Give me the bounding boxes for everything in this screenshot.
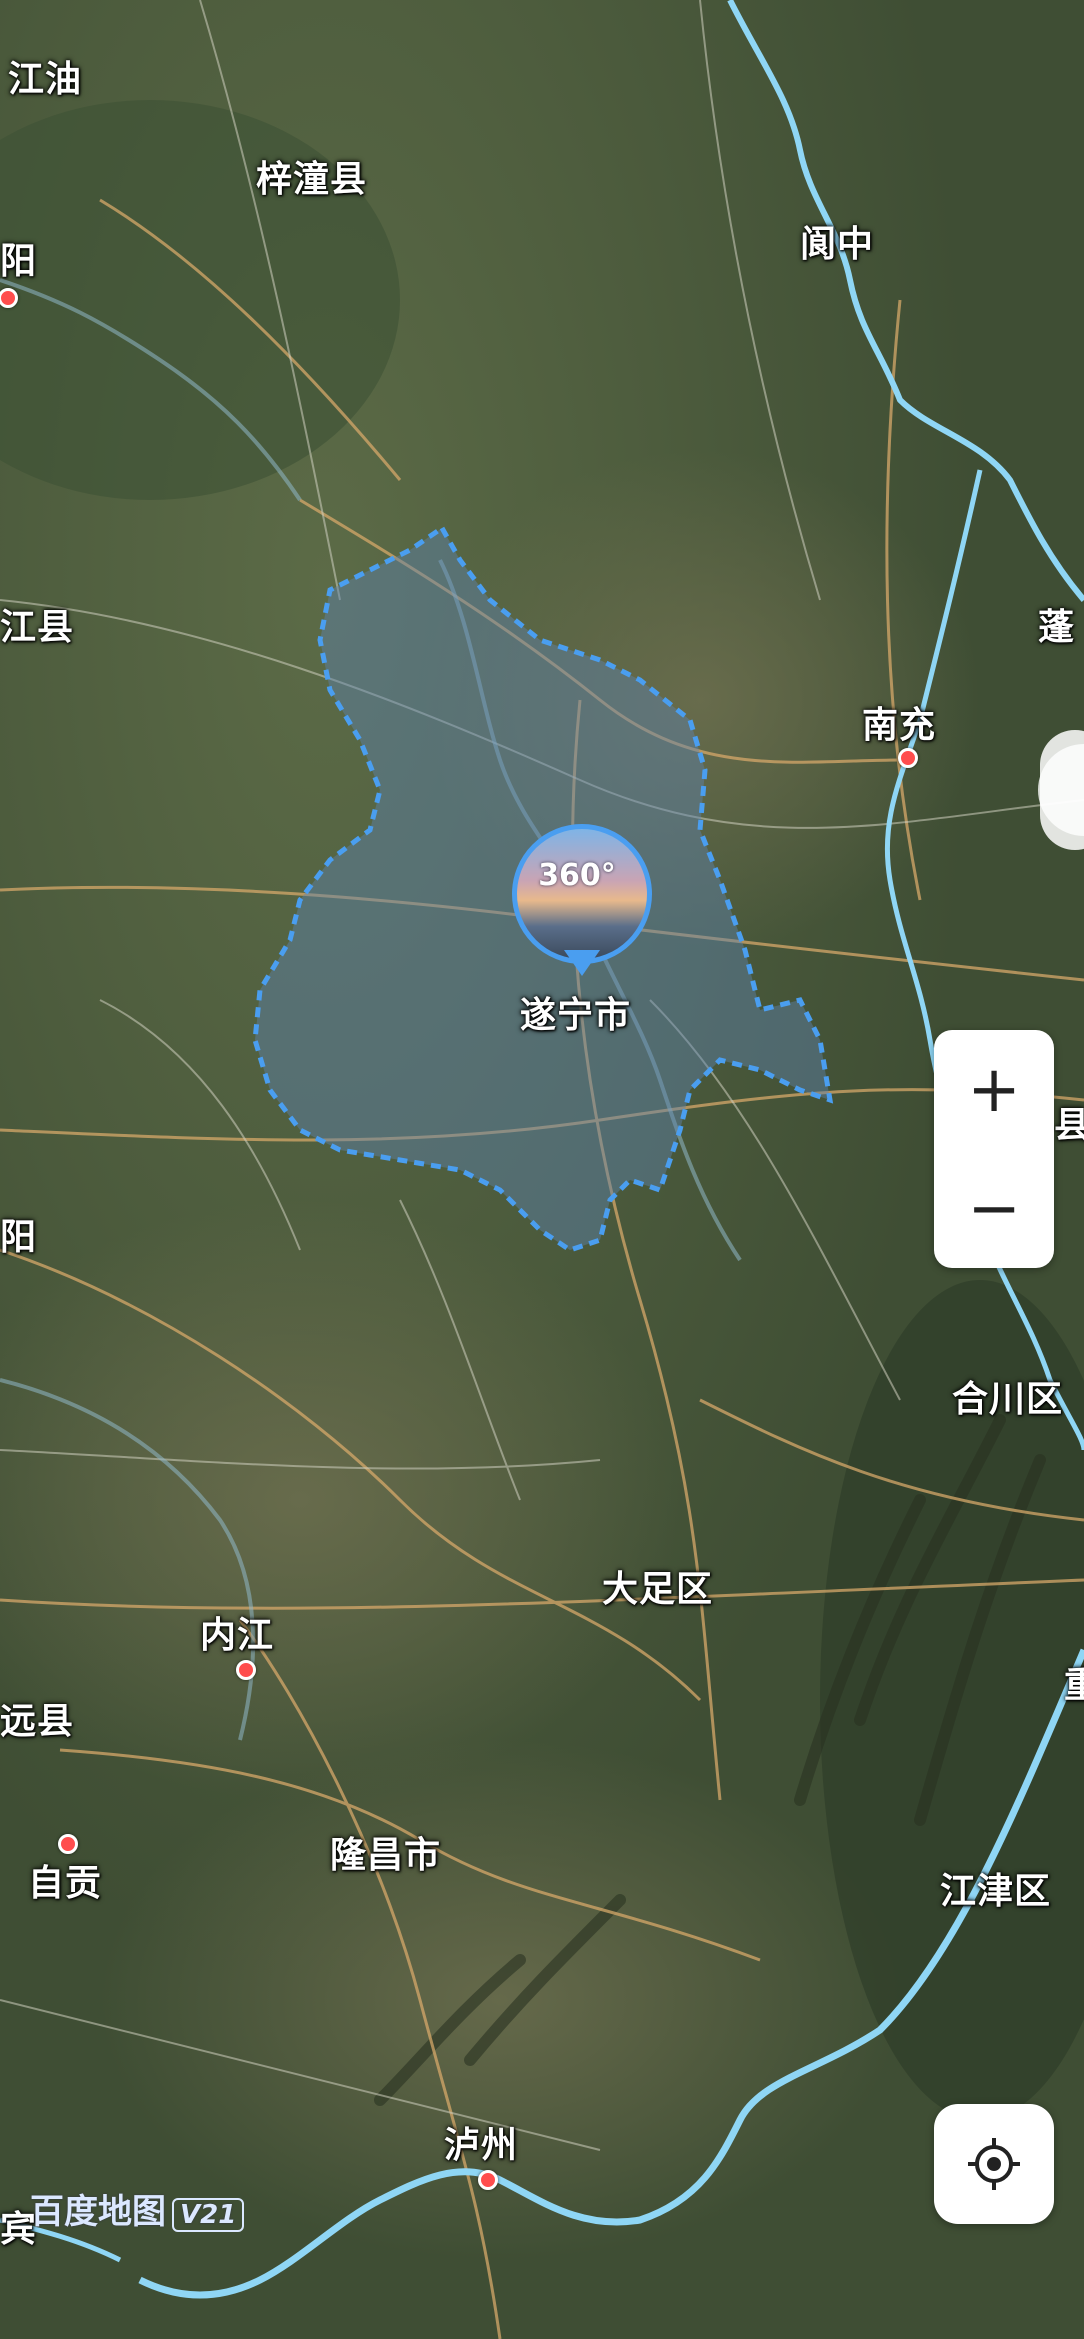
minus-icon: − [967,1171,1021,1246]
panorama-360-pin[interactable]: 360° [512,824,652,984]
place-label-yang-left[interactable]: 阳 [0,1208,37,1260]
place-label-nanchong[interactable]: 南充 [862,696,936,748]
side-panel-tab[interactable] [1040,730,1084,850]
place-label-jiangxian[interactable]: 江县 [0,598,74,650]
locate-button[interactable] [934,2104,1054,2224]
place-label-jiangjin[interactable]: 江津区 [940,1862,1051,1914]
place-label-jiangyou[interactable]: 江油 [8,50,82,102]
place-label-zigong[interactable]: 自贡 [28,1854,102,1906]
satellite-map[interactable] [0,0,1084,2339]
baidu-map-logo: 百度地图 V21 [30,2184,245,2233]
panorama-360-label: 360° [538,858,616,893]
city-dot-nanchong [898,748,918,768]
place-label-zitong[interactable]: 梓潼县 [256,150,367,202]
logo-version: V21 [172,2198,245,2232]
place-label-langzhong[interactable]: 阆中 [800,215,874,267]
place-label-mianyang[interactable]: 阳 [0,232,37,284]
place-label-longchang[interactable]: 隆昌市 [330,1826,441,1878]
city-dot-luzhou [478,2170,498,2190]
zoom-out-button[interactable]: − [934,1149,1054,1268]
zoom-in-button[interactable]: + [934,1030,1054,1149]
place-label-dazu[interactable]: 大足区 [602,1560,713,1612]
place-label-peng[interactable]: 蓬 [1038,598,1075,650]
locate-crosshair-icon [968,2138,1020,2190]
place-label-luzhou[interactable]: 泸州 [444,2116,518,2168]
place-label-yuanxian[interactable]: 远县 [0,1692,74,1744]
plus-icon: + [967,1052,1021,1127]
panorama-thumbnail [512,824,652,964]
zoom-control: + − [934,1030,1054,1268]
place-label-county-right[interactable]: 县 [1054,1096,1084,1148]
city-dot-neijiang [236,1660,256,1680]
place-label-neijiang[interactable]: 内江 [200,1606,274,1658]
place-label-hechuan[interactable]: 合川区 [952,1370,1063,1422]
place-label-right-edge[interactable]: 重 [1064,1656,1084,1708]
logo-name: 百度地图 [30,2192,166,2232]
place-label-suining[interactable]: 遂宁市 [520,986,631,1038]
pin-pointer-icon [564,950,600,976]
city-dot-zigong [58,1834,78,1854]
